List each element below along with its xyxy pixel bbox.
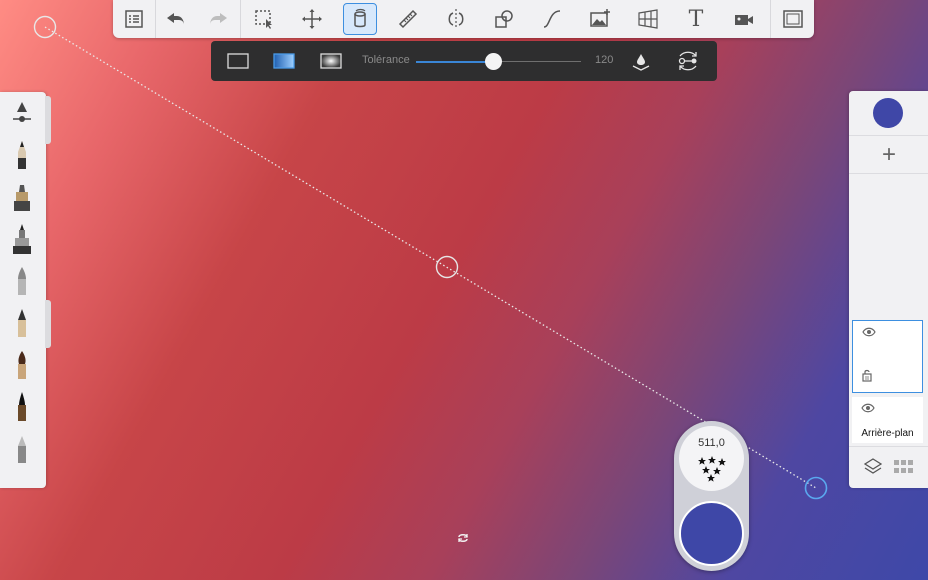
text-icon[interactable]: T [679,3,713,35]
ruler-icon[interactable] [391,3,425,35]
brush-palette-grip[interactable] [45,96,51,144]
fill-options-bar: Tolérance 120 [211,41,717,81]
shape-icon[interactable] [487,3,521,35]
layer-thumbnail-background[interactable]: Arrière-plan [852,397,923,443]
layer-lock-icon [862,369,872,382]
fountain-pen-icon[interactable] [7,306,37,340]
fill-drop-icon[interactable] [629,41,653,81]
undo-icon[interactable] [159,3,193,35]
eraser-icon[interactable] [7,432,37,466]
tolerance-label: Tolérance [362,54,410,66]
curve-icon[interactable] [535,3,569,35]
brush-size-preview[interactable]: 511,0 [679,426,744,491]
marker-icon[interactable] [7,180,37,214]
sample-all-layers-icon[interactable] [673,41,703,81]
brush-texture-icon [698,456,726,482]
ink-brush-icon[interactable] [7,390,37,424]
selection-icon[interactable] [247,3,281,35]
eye-icon [862,327,876,337]
pencil-icon[interactable] [7,138,37,172]
add-layer-button[interactable]: + [879,143,899,167]
layer-thumbnail-active[interactable] [852,320,923,393]
layer-name: Arrière-plan [861,428,914,439]
brush-puck[interactable]: 511,0 [674,421,749,571]
drawing-canvas[interactable] [0,0,928,580]
tolerance-fill [416,60,494,63]
size-slider-icon[interactable] [7,96,37,130]
round-brush-icon[interactable] [7,348,37,382]
tolerance-value: 120 [595,54,614,66]
linear-gradient-icon[interactable] [269,41,299,81]
image-icon[interactable] [583,3,617,35]
eye-icon [861,403,875,413]
radial-gradient-icon[interactable] [316,41,346,81]
video-icon[interactable] [727,3,761,35]
layers-icon[interactable] [863,457,883,475]
current-color-swatch[interactable] [873,98,903,128]
symmetry-icon[interactable] [439,3,473,35]
paint-brush-icon[interactable] [7,264,37,298]
fill-icon[interactable] [343,3,377,35]
brush-palette [0,92,46,488]
fullscreen-icon[interactable] [776,3,810,35]
redo-icon[interactable] [201,3,235,35]
transform-icon[interactable] [295,3,329,35]
puck-color-swatch[interactable] [679,501,744,566]
brush-palette-grip[interactable] [45,300,51,348]
recenter-icon[interactable] [456,531,470,545]
layers-panel: + Arrière-plan [849,91,928,488]
grid-view-icon[interactable] [893,459,915,475]
airbrush-icon[interactable] [7,222,37,256]
list-icon[interactable] [117,3,151,35]
brush-size-value: 511,0 [698,437,725,449]
main-toolbar: T [113,0,814,38]
solid-fill-icon[interactable] [223,41,253,81]
tolerance-slider-thumb[interactable] [485,53,503,70]
perspective-icon[interactable] [631,3,665,35]
